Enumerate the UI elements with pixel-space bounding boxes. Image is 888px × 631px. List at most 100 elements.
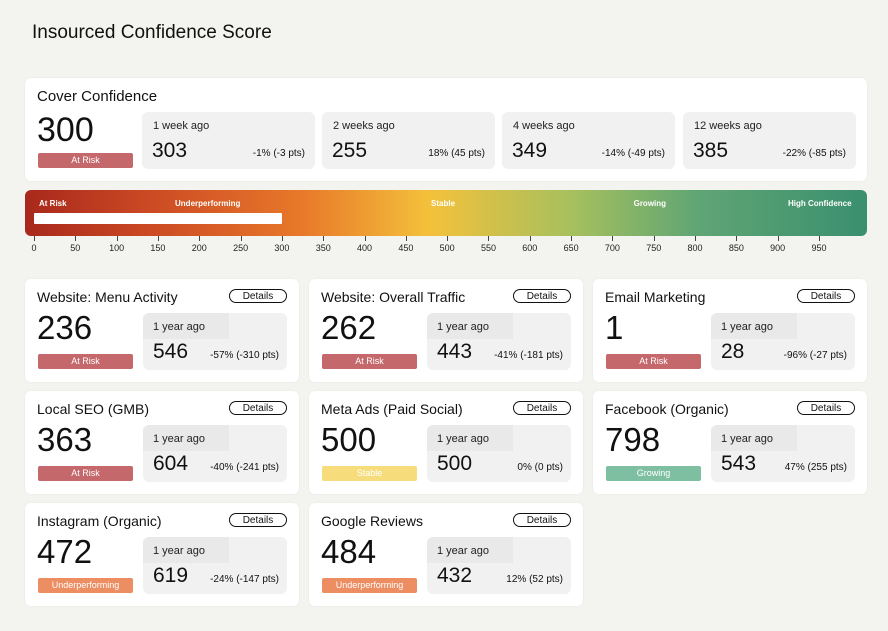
status-badge: Stable [322, 466, 417, 481]
history-change: -22% (-85 pts) [782, 148, 846, 159]
metric-score: 236 [37, 309, 93, 346]
axis-tick-label: 400 [357, 243, 373, 253]
history-value: 385 [693, 139, 729, 162]
details-button[interactable]: Details [513, 513, 571, 527]
gauge-zone-label: Underperforming [175, 199, 241, 208]
history-value: 303 [152, 139, 188, 162]
axis-tick-label: 350 [315, 243, 331, 253]
axis-tick [75, 236, 77, 241]
axis-tick-label: 100 [109, 243, 125, 253]
status-badge: At Risk [38, 466, 133, 481]
axis-tick-label: 650 [563, 243, 579, 253]
history-label: 1 year ago [153, 545, 205, 557]
axis-tick-label: 700 [604, 243, 620, 253]
axis-tick-label: 150 [150, 243, 166, 253]
details-button[interactable]: Details [797, 401, 855, 415]
metric-card: Website: Overall Traffic Details 262 At Ris… [309, 279, 583, 382]
history-value: 28 [721, 340, 745, 363]
metric-score: 262 [321, 309, 377, 346]
status-badge: At Risk [322, 354, 417, 369]
history-change: -41% (-181 pts) [494, 350, 563, 361]
details-button[interactable]: Details [229, 401, 287, 415]
details-button[interactable]: Details [229, 513, 287, 527]
metric-title: Email Marketing [605, 289, 706, 305]
history-label: 12 weeks ago [694, 120, 762, 132]
axis-tick-label: 550 [480, 243, 496, 253]
axis-tick-label: 500 [439, 243, 455, 253]
history-change: -1% (-3 pts) [252, 148, 305, 159]
metric-history: 1 year ago 604 -40% (-241 pts) [143, 425, 287, 482]
axis-tick [571, 236, 573, 241]
axis-tick-label: 50 [70, 243, 81, 253]
metric-title: Google Reviews [321, 513, 423, 529]
history-value: 432 [437, 564, 473, 587]
cover-history-item: 2 weeks ago 255 18% (45 pts) [322, 112, 495, 169]
metric-score: 798 [605, 421, 661, 458]
history-value: 543 [721, 452, 757, 475]
history-change: -96% (-27 pts) [783, 350, 847, 361]
gauge-zone-label: High Confidence [788, 199, 852, 208]
axis-tick-label: 450 [398, 243, 414, 253]
history-change: -57% (-310 pts) [210, 350, 279, 361]
metric-score: 484 [321, 533, 377, 570]
history-label: 1 year ago [721, 433, 773, 445]
metric-history: 1 year ago 619 -24% (-147 pts) [143, 537, 287, 594]
history-value: 443 [437, 340, 473, 363]
metric-history: 1 year ago 543 47% (255 pts) [711, 425, 855, 482]
history-label: 1 year ago [437, 433, 489, 445]
axis-tick-label: 950 [811, 243, 827, 253]
metric-score: 363 [37, 421, 93, 458]
details-button[interactable]: Details [229, 289, 287, 303]
page-title: Insourced Confidence Score [32, 22, 272, 43]
cover-title: Cover Confidence [37, 88, 158, 105]
metric-title: Local SEO (GMB) [37, 401, 150, 417]
cover-history-item: 12 weeks ago 385 -22% (-85 pts) [683, 112, 856, 169]
status-badge: At Risk [606, 354, 701, 369]
metric-title: Website: Overall Traffic [321, 289, 466, 305]
metric-title: Meta Ads (Paid Social) [321, 401, 463, 417]
axis-tick [116, 236, 118, 241]
metric-score: 500 [321, 421, 377, 458]
axis-tick-label: 200 [191, 243, 207, 253]
gauge-axis: 0 50 100 150 200 250 300 350 400 450 500 550 600 650 7… [0, 236, 888, 258]
cover-score: 300 [37, 111, 94, 149]
history-change: 47% (255 pts) [784, 462, 847, 473]
status-badge: Underperforming [322, 578, 417, 593]
axis-tick-label: 600 [522, 243, 538, 253]
axis-tick [488, 236, 490, 241]
metric-card: Google Reviews Details 484 Underperforming 1… [309, 503, 583, 606]
metric-history: 1 year ago 500 0% (0 pts) [427, 425, 571, 482]
metric-card: Meta Ads (Paid Social) Details 500 Stable 1 … [309, 391, 583, 494]
details-button[interactable]: Details [513, 401, 571, 415]
cover-history-item: 1 week ago 303 -1% (-3 pts) [142, 112, 315, 169]
axis-tick [612, 236, 614, 241]
history-label: 1 year ago [437, 545, 489, 557]
history-label: 1 year ago [153, 321, 205, 333]
metric-title: Instagram (Organic) [37, 513, 162, 529]
details-button[interactable]: Details [797, 289, 855, 303]
metric-title: Website: Menu Activity [37, 289, 178, 305]
metric-card: Website: Menu Activity Details 236 At Risk 1… [25, 279, 299, 382]
axis-tick [405, 236, 407, 241]
history-change: 12% (52 pts) [506, 574, 563, 585]
metric-history: 1 year ago 546 -57% (-310 pts) [143, 313, 287, 370]
history-change: 0% (0 pts) [517, 462, 563, 473]
history-value: 349 [512, 139, 548, 162]
metric-history: 1 year ago 28 -96% (-27 pts) [711, 313, 855, 370]
axis-tick [695, 236, 697, 241]
axis-tick [447, 236, 449, 241]
metric-card: Email Marketing Details 1 At Risk 1 year ago… [593, 279, 867, 382]
history-label: 1 year ago [721, 321, 773, 333]
history-label: 1 year ago [153, 433, 205, 445]
history-label: 4 weeks ago [513, 120, 575, 132]
axis-tick-label: 900 [770, 243, 786, 253]
axis-tick [653, 236, 655, 241]
metric-history: 1 year ago 443 -41% (-181 pts) [427, 313, 571, 370]
history-label: 1 week ago [153, 120, 210, 132]
axis-tick-label: 800 [687, 243, 703, 253]
history-change: -24% (-147 pts) [210, 574, 279, 585]
metric-score: 1 [605, 309, 624, 346]
axis-tick-label: 850 [728, 243, 744, 253]
details-button[interactable]: Details [513, 289, 571, 303]
status-badge: At Risk [38, 354, 133, 369]
